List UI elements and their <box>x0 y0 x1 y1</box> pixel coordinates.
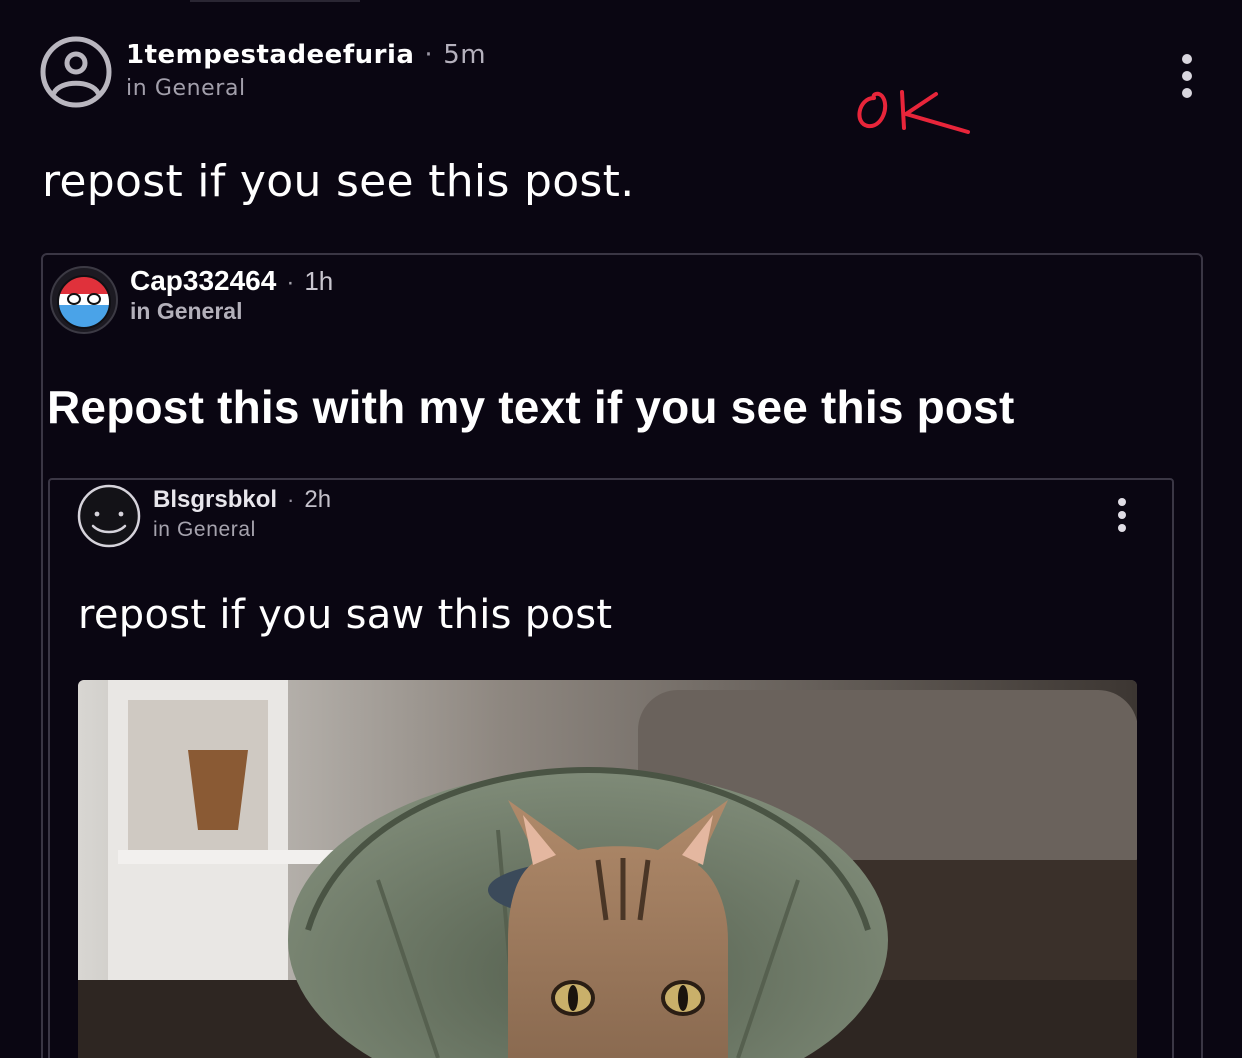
more-vertical-icon[interactable] <box>1181 54 1193 98</box>
nested-quoted-author[interactable]: Blsgrsbkol · 2h <box>153 486 331 514</box>
dark-face-avatar[interactable] <box>77 484 141 548</box>
handwritten-ok-annotation <box>857 90 970 134</box>
quoted-author[interactable]: Cap332464 · 1h <box>130 265 333 297</box>
post-community[interactable]: in General <box>126 76 246 101</box>
quoted-post-body: Repost this with my text if you see this… <box>47 381 1015 433</box>
nested-quoted-community[interactable]: in General <box>153 518 256 542</box>
post-image-cat[interactable] <box>78 680 1137 1058</box>
post-time: 5m <box>443 40 487 70</box>
quoted-community[interactable]: in General <box>130 298 242 325</box>
nested-quoted-username[interactable]: Blsgrsbkol <box>153 486 277 513</box>
post-author[interactable]: 1tempestadeefuria · 5m <box>126 40 486 70</box>
flag-ball-avatar[interactable] <box>50 266 118 334</box>
post-view: 1tempestadeefuria · 5m in General repost i… <box>0 0 1242 1058</box>
user-outline-icon[interactable] <box>40 36 112 108</box>
nested-quoted-post-body: repost if you saw this post <box>78 592 613 638</box>
quoted-time: 1h <box>304 266 334 296</box>
meta-separator: · <box>287 487 295 512</box>
author-username[interactable]: 1tempestadeefuria <box>126 40 414 70</box>
meta-separator: · <box>424 40 434 70</box>
meta-separator: · <box>286 269 295 296</box>
nested-quoted-time: 2h <box>304 486 332 513</box>
post-body: repost if you see this post. <box>42 156 635 207</box>
more-vertical-icon[interactable] <box>1116 498 1128 532</box>
top-divider <box>190 0 360 2</box>
quoted-username[interactable]: Cap332464 <box>130 265 276 296</box>
cat-photo-illustration <box>78 680 1137 1058</box>
